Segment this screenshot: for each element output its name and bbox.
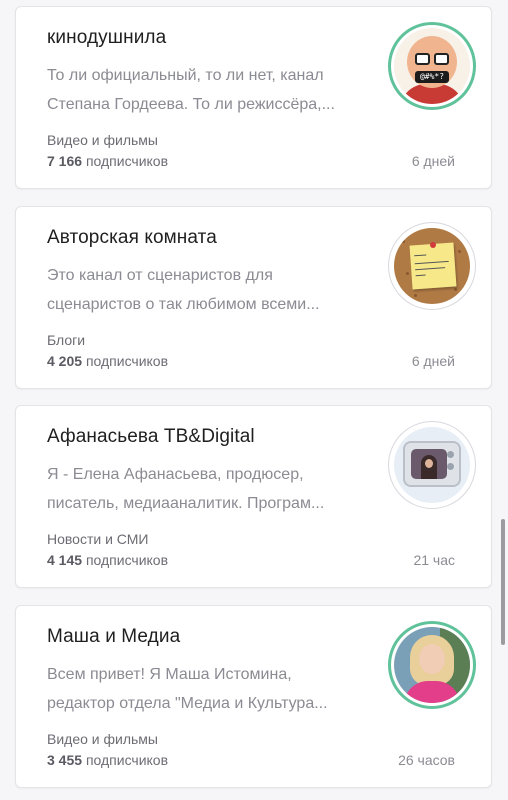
channel-title[interactable]: Маша и Медиа [47, 626, 180, 648]
channel-category: Новости и СМИ [47, 531, 149, 547]
channel-description-line: сценаристов о так любимом всеми... [47, 296, 320, 313]
channel-title[interactable]: Авторская комната [47, 227, 217, 249]
portrait-photo-avatar-icon [394, 627, 470, 703]
post-time: 26 часов [398, 752, 455, 768]
subscriber-number: 3 455 [47, 752, 83, 768]
subscriber-label: подписчиков [85, 552, 169, 568]
avatar-mouth-text: @#%*? [415, 71, 449, 83]
channel-description-line: писатель, медиааналитик. Програм... [47, 495, 325, 512]
channel-title[interactable]: Афанасьева ТВ&Digital [47, 426, 255, 448]
retro-tv-avatar-icon [394, 427, 470, 503]
channel-category: Видео и фильмы [47, 731, 158, 747]
subscriber-count: 3 455 подписчиков [47, 752, 168, 768]
channel-category: Видео и фильмы [47, 132, 158, 148]
channel-avatar[interactable] [388, 621, 476, 709]
subscriber-count: 4 205 подписчиков [47, 353, 168, 369]
channel-avatar[interactable] [388, 222, 476, 310]
channel-avatar[interactable]: @#%*? [388, 22, 476, 110]
channel-category: Блоги [47, 332, 86, 348]
channel-description: Это канал от сценаристов для сценаристов… [47, 261, 362, 319]
scrollbar[interactable] [501, 519, 505, 645]
sticky-note-avatar-icon [394, 228, 470, 304]
channel-feed: кинодушнила То ли официальный, то ли нет… [0, 0, 508, 800]
channel-card-afanaseva[interactable]: Афанасьева ТВ&Digital Я - Елена Афанасье… [15, 405, 492, 588]
channel-description-line: Я - Елена Афанасьева, продюсер, [47, 466, 304, 483]
subscriber-label: подписчиков [85, 752, 169, 768]
channel-title[interactable]: кинодушнила [47, 27, 166, 49]
post-time: 6 дней [411, 153, 455, 169]
subscriber-label: подписчиков [85, 353, 169, 369]
channel-description-line: Степана Гордеева. То ли режиссёра,... [47, 96, 335, 113]
channel-card-kinodushnila[interactable]: кинодушнила То ли официальный, то ли нет… [15, 6, 492, 189]
channel-description-line: Это канал от сценаристов для [47, 267, 273, 284]
subscriber-count: 4 145 подписчиков [47, 552, 168, 568]
channel-avatar[interactable] [388, 421, 476, 509]
post-time: 21 час [413, 552, 455, 568]
channel-description: То ли официальный, то ли нет, канал Степ… [47, 61, 362, 119]
channel-card-masha-i-media[interactable]: Маша и Медиа Всем привет! Я Маша Истомин… [15, 605, 492, 788]
post-time: 6 дней [411, 353, 455, 369]
subscriber-count: 7 166 подписчиков [47, 153, 168, 169]
channel-description-line: То ли официальный, то ли нет, канал [47, 67, 324, 84]
subscriber-number: 7 166 [47, 153, 83, 169]
channel-description-line: редактор отдела "Медиа и Культура... [47, 695, 328, 712]
channel-description: Я - Елена Афанасьева, продюсер, писатель… [47, 460, 362, 518]
channel-description: Всем привет! Я Маша Истомина, редактор о… [47, 660, 362, 718]
channel-card-avtorskaya-komnata[interactable]: Авторская комната Это канал от сценарист… [15, 206, 492, 389]
channel-description-line: Всем привет! Я Маша Истомина, [47, 666, 292, 683]
subscriber-number: 4 145 [47, 552, 83, 568]
subscriber-number: 4 205 [47, 353, 83, 369]
cartoon-face-avatar-icon: @#%*? [394, 28, 470, 104]
subscriber-label: подписчиков [85, 153, 169, 169]
